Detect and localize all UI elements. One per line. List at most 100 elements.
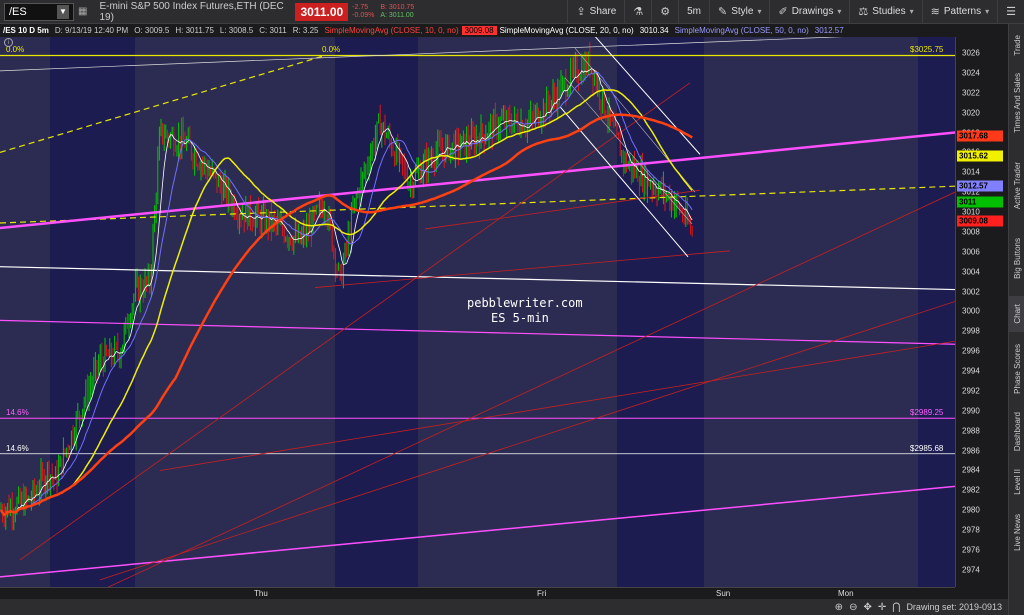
sma50-label[interactable]: SimpleMovingAvg (CLOSE, 50, 0, no)	[672, 26, 812, 35]
study-header: /ES 10 D 5m D: 9/13/19 12:40 PM O: 3009.…	[0, 24, 955, 37]
fib-price-top: $3025.75	[910, 45, 944, 54]
net-change: -2.75	[352, 3, 369, 11]
watermark-line-1: pebblewriter.com	[467, 296, 583, 310]
pct-change: -0.09%	[352, 11, 375, 19]
menu-button[interactable]: ☰	[997, 0, 1024, 24]
bar-high: H: 3011.75	[175, 26, 214, 35]
drawing-set-label[interactable]: Drawing set: 2019-0913	[906, 602, 1002, 612]
sma10-label[interactable]: SimpleMovingAvg (CLOSE, 10, 0, no)	[322, 26, 462, 35]
price-axis[interactable]: 3026302430223020301830163014301230103008…	[955, 37, 1008, 587]
price-tick: 3020	[962, 108, 980, 118]
sma10-value: 3009.08	[461, 26, 497, 35]
timeframe-button[interactable]: 5m	[678, 0, 709, 24]
zoom-out-icon[interactable]: ⊖	[849, 602, 857, 613]
time-label-sun: Sun	[716, 589, 731, 598]
fib-label-low-left: 14.6%	[6, 444, 29, 453]
time-label-mon: Mon	[838, 589, 854, 598]
share-label: Share	[589, 6, 617, 17]
info-icon[interactable]: ▦	[74, 0, 91, 24]
pan-icon[interactable]: ✥	[863, 602, 871, 613]
top-toolbar: /ES ▼ ▦ E-mini S&P 500 Index Futures,ETH…	[0, 0, 1024, 24]
chevron-down-icon: ▾	[985, 7, 990, 16]
session-band	[135, 37, 335, 600]
sidebar-tab-level-ii[interactable]: Level II	[1009, 462, 1024, 502]
flask-icon: ⚗	[633, 6, 644, 18]
sma20-value: 3010.34	[639, 26, 669, 35]
drawings-button[interactable]: ✐ Drawings ▾	[769, 0, 849, 24]
price-tick: 3004	[962, 267, 980, 277]
sidebar-tab-big-buttons[interactable]: Big Buttons	[1009, 226, 1024, 290]
time-axis[interactable]: Thu Fri Sun Mon	[0, 587, 955, 599]
chart-settings-icon[interactable]: i	[4, 38, 13, 47]
sidebar-tab-label: Times And Sales	[1012, 73, 1022, 133]
price-tick: 2978	[962, 525, 980, 535]
share-button[interactable]: ⇪ Share	[567, 0, 624, 24]
sidebar-tab-label: Dashboard	[1012, 412, 1022, 452]
patterns-button[interactable]: ≋ Patterns ▾	[921, 0, 997, 24]
style-icon: ✎	[718, 6, 728, 18]
studies-button[interactable]: ⚖ Studies ▾	[849, 0, 921, 24]
sidebar-tab-times-and-sales[interactable]: Times And Sales	[1009, 60, 1024, 146]
sidebar-tab-label: Chart	[1012, 304, 1022, 324]
price-tick: 2974	[962, 565, 980, 575]
price-tick: 3022	[962, 88, 980, 98]
sidebar-tab-label: Level II	[1012, 469, 1022, 495]
price-tick: 2990	[962, 406, 980, 416]
bid-price: B: 3010.75	[380, 3, 415, 11]
price-tag: 3015.62	[957, 150, 1003, 162]
status-bar: ⊕ ⊖ ✥ ✛ ⋂ Drawing set: 2019-0913	[0, 599, 1008, 615]
chevron-down-icon: ▾	[837, 7, 842, 16]
chevron-down-icon: ▾	[909, 7, 914, 16]
sidebar-tab-label: Phase Scores	[1012, 344, 1022, 394]
bar-date: D: 9/13/19 12:40 PM	[54, 26, 129, 35]
price-tag: 3011	[957, 196, 1003, 208]
sidebar-tab-chart[interactable]: Chart	[1009, 296, 1024, 332]
menu-icon: ☰	[1006, 6, 1016, 18]
zoom-in-icon[interactable]: ⊕	[835, 602, 843, 613]
symbol-text: /ES	[9, 5, 27, 18]
price-tick: 2976	[962, 545, 980, 555]
studies-label: Studies	[872, 6, 906, 17]
flask-button[interactable]: ⚗	[624, 0, 651, 24]
symbol-selector[interactable]: /ES ▼	[4, 2, 74, 21]
sidebar-tab-active-trader[interactable]: Active Trader	[1009, 150, 1024, 222]
ask-price: A: 3011.00	[380, 11, 414, 19]
sma20-label[interactable]: SimpleMovingAvg (CLOSE, 20, 0, no)	[497, 26, 637, 35]
chevron-down-icon[interactable]: ▼	[57, 4, 69, 19]
right-sidebar: Trade Times And Sales Active Trader Big But…	[1008, 24, 1024, 615]
style-button[interactable]: ✎ Style ▾	[709, 0, 769, 24]
price-tick: 2980	[962, 505, 980, 515]
quote-change: -2.75 -0.09%	[348, 4, 374, 20]
sidebar-tab-dashboard[interactable]: Dashboard	[1009, 406, 1024, 458]
sidebar-tab-label: Active Trader	[1012, 162, 1022, 210]
gear-button[interactable]: ⚙	[651, 0, 678, 24]
sidebar-tab-phase-scores[interactable]: Phase Scores	[1009, 336, 1024, 402]
chart-symbol-info: /ES 10 D 5m	[3, 26, 49, 35]
crosshair-icon[interactable]: ✛	[878, 602, 886, 613]
sidebar-tab-trade[interactable]: Trade	[1009, 32, 1024, 58]
session-band	[704, 37, 918, 600]
price-tick: 3008	[962, 227, 980, 237]
price-tick: 3006	[962, 247, 980, 257]
patterns-icon: ≋	[930, 6, 940, 18]
price-tick: 3002	[962, 287, 980, 297]
price-tick: 2984	[962, 465, 980, 475]
magnet-icon[interactable]: ⋂	[892, 602, 900, 613]
patterns-label: Patterns	[943, 6, 982, 17]
price-tick: 2986	[962, 446, 980, 456]
price-tag: 3009.08	[957, 215, 1003, 227]
price-tick: 2996	[962, 346, 980, 356]
chart-canvas[interactable]	[0, 37, 955, 600]
sidebar-tab-live-news[interactable]: Live News	[1009, 506, 1024, 558]
price-tag: 3017.68	[957, 130, 1003, 142]
drawings-label: Drawings	[791, 6, 834, 17]
price-tick: 3024	[962, 68, 980, 78]
fib-label-top-mid: 0.0%	[322, 45, 341, 54]
style-label: Style	[731, 6, 754, 17]
price-tag: 3012.57	[957, 180, 1003, 192]
sidebar-tab-label: Trade	[1012, 34, 1022, 56]
watermark-line-2: ES 5-min	[491, 311, 549, 325]
price-tick: 3026	[962, 48, 980, 58]
time-label-fri: Fri	[537, 589, 547, 598]
gear-icon: ⚙	[660, 6, 671, 18]
